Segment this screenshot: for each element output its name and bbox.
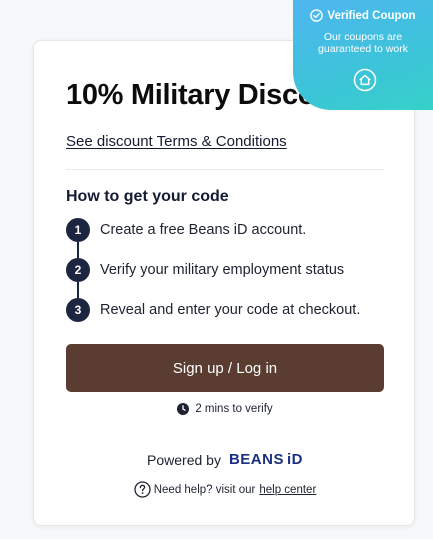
verified-subtitle: Our coupons are guaranteed to work [293,31,433,55]
step-number-badge: 3 [66,298,90,322]
beans-logo-id: iD [286,451,303,468]
step-text: Reveal and enter your code at checkout. [100,302,361,318]
step-connector [77,282,79,298]
terms-link[interactable]: See discount Terms & Conditions [66,133,287,150]
verified-title: Verified Coupon [293,9,433,22]
step-number-badge: 2 [66,258,90,282]
step-3: 3 Reveal and enter your code at checkout… [66,298,360,322]
step-text: Verify your military employment status [100,262,345,278]
step-2: 2 Verify your military employment status [66,258,344,282]
shield-home-icon [353,68,377,92]
check-circle-icon [310,9,324,22]
beans-id-logo: BEANS iD [229,451,303,468]
verified-subtitle-line: guaranteed to work [318,43,408,55]
help-row: Need help? visit our help center [34,481,416,498]
powered-by: Powered by BEANS iD [34,451,416,468]
step-1: 1 Create a free Beans iD account. [66,218,306,242]
step-number-badge: 1 [66,218,90,242]
powered-by-text: Powered by [147,451,221,468]
steps-heading: How to get your code [66,188,229,205]
sign-up-login-button[interactable]: Sign up / Log in [66,344,384,392]
step-text: Create a free Beans iD account. [100,222,307,238]
verify-time: 2 mins to verify [34,403,416,415]
beans-logo-text: BEANS [228,451,284,468]
help-text: Need help? visit our [153,483,256,496]
verified-title-text: Verified Coupon [327,9,416,22]
clock-icon [177,403,190,415]
verified-coupon-badge: Verified Coupon Our coupons are guarante… [293,0,433,110]
divider [66,169,384,170]
verified-subtitle-line: Our coupons are [323,31,403,43]
discount-card: 10% Military Discount See discount Terms… [33,40,415,526]
step-connector [77,242,79,258]
help-center-link[interactable]: help center [259,484,316,496]
help-icon [134,481,151,498]
verify-time-text: 2 mins to verify [195,403,273,415]
